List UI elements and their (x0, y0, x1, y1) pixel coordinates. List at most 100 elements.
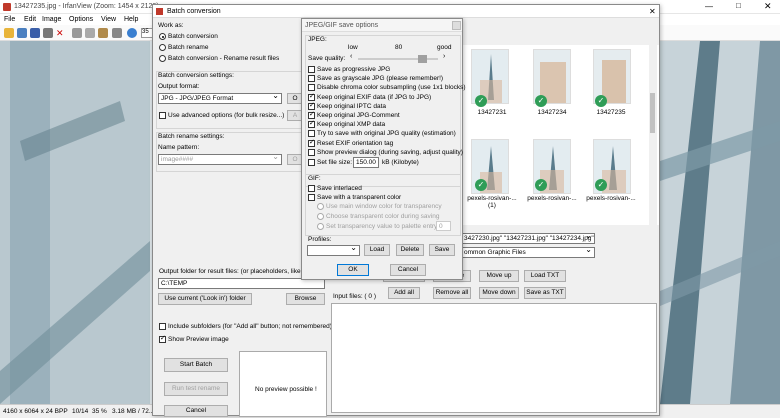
use-main-window-radio[interactable] (317, 203, 324, 210)
jpeg-option-checkbox[interactable] (308, 130, 315, 138)
show-preview-checkbox[interactable] (159, 336, 166, 343)
jpeg-option-label: Reset EXIF orientation tag (317, 139, 394, 147)
paste-icon[interactable] (98, 28, 108, 38)
choose-transparent-radio[interactable] (317, 213, 324, 220)
delete-icon[interactable]: ✕ (56, 28, 66, 38)
profile-delete-button[interactable]: Delete (396, 244, 424, 256)
menu-help[interactable]: Help (124, 16, 138, 23)
print-icon[interactable] (43, 28, 53, 38)
slider-right-arrow-icon[interactable]: › (443, 53, 445, 60)
advanced-options-label: Use advanced options (for bulk resize...… (168, 112, 285, 119)
jpeg-option-checkbox[interactable] (308, 75, 315, 83)
thumbnail-5-caption: pexels-rosivan-... (527, 195, 577, 202)
mode-batch-rename-radio[interactable] (159, 44, 166, 51)
profiles-label: Profiles: (308, 236, 332, 243)
jpg-cancel-button[interactable]: Cancel (390, 264, 426, 276)
maximize-icon[interactable]: □ (736, 1, 741, 10)
save-icon[interactable] (30, 28, 40, 38)
save-as-txt-button[interactable]: Save as TXT (524, 287, 566, 299)
menu-edit[interactable]: Edit (24, 16, 36, 23)
batch-cancel-button[interactable]: Cancel (164, 405, 228, 417)
save-transparent-checkbox[interactable] (308, 194, 315, 201)
jpeg-label: JPEG: (308, 36, 327, 43)
copy-icon[interactable] (85, 28, 95, 38)
slider-left-arrow-icon[interactable]: ‹ (350, 53, 352, 60)
thumbnails-icon[interactable] (17, 28, 27, 38)
set-transparency-radio[interactable] (317, 223, 324, 230)
jpeg-option-checkbox[interactable] (308, 93, 315, 101)
save-interlaced-checkbox[interactable] (308, 185, 315, 192)
jpeg-option-checkbox[interactable] (308, 112, 315, 119)
done-check-icon: ✓ (595, 95, 607, 107)
jpeg-option-checkbox[interactable] (308, 139, 315, 147)
include-subfolders-label: Include subfolders (for "Add all" button… (168, 323, 332, 330)
menu-options[interactable]: Options (69, 16, 93, 23)
palette-entry-input[interactable]: 0 (436, 221, 451, 231)
set-file-size-checkbox[interactable] (308, 159, 315, 166)
conversion-settings-label: Batch conversion settings: (158, 72, 234, 79)
done-check-icon: ✓ (595, 179, 607, 191)
profile-save-button[interactable]: Save (429, 244, 455, 256)
preview-box: No preview possible ! (239, 351, 327, 417)
load-txt-button[interactable]: Load TXT (524, 270, 566, 282)
minimize-icon[interactable]: — (705, 2, 713, 11)
slider-thumb[interactable] (418, 55, 427, 63)
menu-file[interactable]: File (4, 16, 15, 23)
info-icon[interactable] (127, 28, 137, 38)
output-format-select[interactable]: JPG - JPG/JPEG Format (158, 93, 282, 104)
set-transparency-label: Set transparency value to palette entry: (326, 223, 440, 230)
use-current-folder-button[interactable]: Use current ('Look in') folder (158, 293, 252, 305)
ok-button[interactable]: OK (337, 264, 369, 276)
move-up-button[interactable]: Move up (479, 270, 519, 282)
thumbnails-scrollbar[interactable] (649, 45, 657, 225)
file-size-input[interactable]: 150.00 (353, 157, 379, 168)
input-files-list[interactable] (331, 303, 657, 413)
jpeg-option-label: Keep original JPG-Comment (317, 112, 400, 119)
batch-title: Batch conversion (167, 8, 221, 15)
name-pattern-input[interactable]: image#### (158, 154, 282, 165)
jpeg-option-checkbox[interactable] (308, 148, 315, 156)
scrollbar-thumb[interactable] (650, 93, 655, 133)
work-as-label: Work as: (158, 22, 184, 29)
jpeg-option-checkbox[interactable] (308, 66, 315, 73)
jpeg-option-checkbox[interactable] (308, 121, 315, 129)
jpeg-option-label: Disable chroma color subsampling (use 1x… (317, 84, 466, 92)
jpeg-option-label: Keep original IPTC data (317, 102, 387, 110)
browse-button[interactable]: Browse (286, 293, 325, 305)
close-icon[interactable]: ✕ (764, 1, 772, 12)
move-down-button[interactable]: Move down (479, 287, 519, 299)
jpeg-option-checkbox[interactable] (308, 102, 315, 110)
thumbnails-pane: ✓ 13427231 ✓ 13427234 ✓ 13427235 ✓ pexel… (463, 45, 659, 225)
cut-icon[interactable] (72, 28, 82, 38)
batch-close-icon[interactable]: ✕ (649, 7, 656, 16)
use-main-window-label: Use main window color for transparency (326, 203, 442, 210)
jpeg-option-label: Keep original XMP data (317, 121, 386, 129)
jpeg-option-label: Try to save with original JPG quality (e… (317, 130, 456, 138)
output-folder-input[interactable]: C:\TEMP (158, 278, 325, 289)
done-check-icon: ✓ (475, 95, 487, 107)
start-batch-button[interactable]: Start Batch (164, 358, 228, 372)
remove-all-button[interactable]: Remove all (433, 287, 471, 299)
mode-convert-rename-radio[interactable] (159, 55, 166, 62)
file-type-combo[interactable]: ommon Graphic Files (461, 247, 595, 258)
profiles-select[interactable] (307, 245, 360, 256)
quality-slider[interactable]: ‹ › (350, 53, 448, 63)
jpeg-option-checkbox[interactable] (308, 84, 315, 92)
rename-settings-label: Batch rename settings: (158, 133, 225, 140)
mode-batch-conversion-radio[interactable] (159, 33, 166, 40)
menu-image[interactable]: Image (42, 16, 61, 23)
save-transparent-label: Save with a transparent color (317, 194, 402, 201)
profile-load-button[interactable]: Load (364, 244, 390, 256)
run-test-rename-button[interactable]: Run test rename (164, 382, 228, 396)
file-names-combo[interactable]: 3427230.jpg" "13427231.jpg" "13427234.jp… (461, 233, 595, 244)
open-icon[interactable] (4, 28, 14, 38)
include-subfolders-checkbox[interactable] (159, 323, 166, 330)
done-check-icon: ✓ (535, 95, 547, 107)
jpg-options-dialog: JPEG/GIF save options JPEG: low 80 good … (301, 18, 466, 280)
add-all-button[interactable]: Add all (388, 287, 420, 299)
jpg-close-icon[interactable] (452, 21, 461, 30)
advanced-options-checkbox[interactable] (159, 112, 166, 119)
no-preview-text: No preview possible ! (255, 386, 317, 393)
undo-icon[interactable] (112, 28, 122, 38)
menu-view[interactable]: View (101, 16, 116, 23)
